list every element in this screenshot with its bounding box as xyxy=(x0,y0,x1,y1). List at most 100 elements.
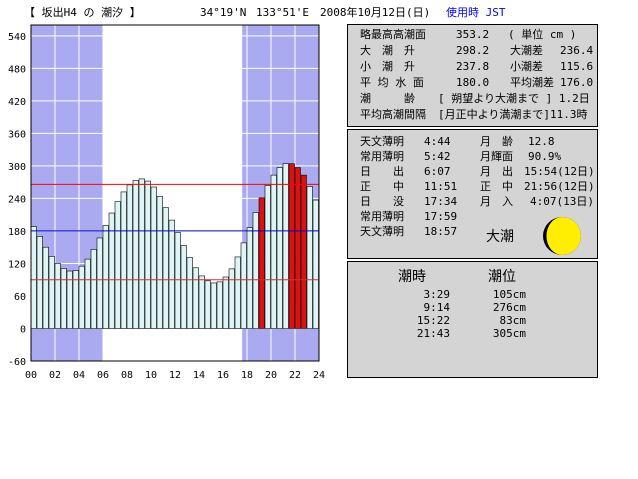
x-tick-label: 00 xyxy=(25,370,37,381)
y-tick-label: 420 xyxy=(8,97,26,108)
x-tick-label: 12 xyxy=(169,370,181,381)
info-value: 353.2 xyxy=(456,28,490,41)
tide-bar xyxy=(150,186,157,329)
astro-value: 17:34 xyxy=(424,195,458,208)
tide-bar xyxy=(228,268,235,329)
info-value: 237.8 xyxy=(456,60,490,73)
tide-bar xyxy=(294,167,301,329)
tide-info-panel: 略最高高潮面 353.2 ( 単位 cm ) 大 潮 升 298.2 大潮差 2… xyxy=(347,24,598,127)
tide-bar xyxy=(78,265,85,329)
x-tick-label: 06 xyxy=(97,370,109,381)
tide-bar xyxy=(186,257,193,329)
info-row-age: 潮 齢 [ 朔望より大潮まで ] 1.2日 xyxy=(360,92,596,105)
tide-bar xyxy=(306,186,313,329)
astro-value: 5:42 xyxy=(424,150,451,163)
astro-value: 11:51 xyxy=(424,180,458,193)
tide-bar xyxy=(144,180,151,329)
astro-value: 18:57 xyxy=(424,225,458,238)
tide-bar xyxy=(42,246,49,329)
info-value2: 236.4 xyxy=(560,44,594,57)
moon-lit-area xyxy=(546,217,581,255)
astro-value: 6:07 xyxy=(424,165,451,178)
astro-value: 17:59 xyxy=(424,210,458,223)
tide-bar xyxy=(300,174,307,329)
x-tick-label: 20 xyxy=(265,370,277,381)
y-tick-label: 240 xyxy=(8,194,26,205)
astro-label: 日 没 xyxy=(360,195,404,208)
tide-bar xyxy=(90,249,97,329)
tide-bar xyxy=(270,174,277,329)
info-label2: 大潮差 xyxy=(510,44,543,57)
info-value2: 115.6 xyxy=(560,60,594,73)
info-row-neap: 小 潮 升 237.8 小潮差 115.6 xyxy=(360,60,596,73)
tide-row: 9:14 276cm xyxy=(400,301,550,314)
tide-time: 21:43 xyxy=(416,327,450,340)
y-tick-label: 540 xyxy=(8,32,26,43)
tide-level: 105cm xyxy=(492,288,526,301)
x-tick-label: 24 xyxy=(313,370,325,381)
x-tick-label: 04 xyxy=(73,370,85,381)
tide-bar xyxy=(174,232,181,329)
tide-time-header: 潮時 xyxy=(398,269,426,285)
tide-level: 83cm xyxy=(499,314,527,327)
info-row-interval: 平均高潮間隔 [月正中より満潮まで]11.3時 xyxy=(360,108,596,121)
info-extra: ( 単位 cm ) xyxy=(508,28,577,41)
tide-bar xyxy=(222,276,229,329)
moon-phase-icon xyxy=(543,217,581,255)
info-row-spring: 大 潮 升 298.2 大潮差 236.4 xyxy=(360,44,596,57)
astro-label: 正 中 xyxy=(360,180,404,193)
tide-row: 21:43 305cm xyxy=(400,327,550,340)
info-label: 平 均 水 面 xyxy=(360,76,424,89)
x-tick-label: 14 xyxy=(193,370,205,381)
tide-bar xyxy=(60,268,67,329)
tide-bar xyxy=(48,256,55,329)
y-tick-label: 300 xyxy=(8,162,26,173)
info-row-mean: 平 均 水 面 180.0 平均潮差 176.0 xyxy=(360,76,596,89)
tide-bar xyxy=(204,280,211,329)
tide-level: 305cm xyxy=(492,327,526,340)
info-value: 180.0 xyxy=(456,76,490,89)
tide-bar xyxy=(168,219,175,329)
info-value: [月正中より満潮まで]11.3時 xyxy=(438,108,588,121)
tide-bar xyxy=(276,167,283,329)
tide-bar xyxy=(54,263,61,329)
x-tick-label: 16 xyxy=(217,370,229,381)
tide-bar xyxy=(210,282,217,329)
tide-bar xyxy=(198,275,205,329)
tide-bar xyxy=(252,212,259,329)
info-value: [ 朔望より大潮まで ] 1.2日 xyxy=(438,92,590,105)
astro-label: 常用薄明 xyxy=(360,210,404,223)
y-tick-label: 120 xyxy=(8,259,26,270)
astro-value: 4:44 xyxy=(424,135,451,148)
tide-bar xyxy=(138,178,145,329)
tide-bar xyxy=(258,197,265,329)
tide-bar xyxy=(36,236,43,329)
tide-bar xyxy=(162,207,169,329)
tide-time: 15:22 xyxy=(416,314,450,327)
info-row-highest: 略最高高潮面 353.2 ( 単位 cm ) xyxy=(360,28,596,41)
tide-level-header: 潮位 xyxy=(488,269,516,285)
tide-bar xyxy=(102,225,109,329)
tide-bar xyxy=(246,227,253,329)
tide-bar xyxy=(120,191,127,329)
y-tick-label: -60 xyxy=(8,357,26,368)
info-label: 略最高高潮面 xyxy=(360,28,426,41)
tide-bar xyxy=(180,245,187,329)
tide-bar xyxy=(156,195,163,329)
tide-row: 15:22 83cm xyxy=(400,314,550,327)
tide-bar xyxy=(108,212,115,329)
moon-value: 12.8 xyxy=(528,135,555,148)
info-label: 平均高潮間隔 xyxy=(360,108,426,121)
info-value: 298.2 xyxy=(456,44,490,57)
moon-label: 月 齢 xyxy=(480,135,513,148)
tide-bar xyxy=(234,256,241,329)
info-value2: 176.0 xyxy=(560,76,594,89)
moon-label: 正 中 xyxy=(480,180,513,193)
tide-bar xyxy=(288,163,295,329)
astro-label: 日 出 xyxy=(360,165,404,178)
tide-time: 9:14 xyxy=(423,301,451,314)
y-tick-label: 0 xyxy=(20,324,26,335)
y-tick-label: 60 xyxy=(14,292,26,303)
moon-value: 15:54(12日) xyxy=(524,165,595,178)
tide-time: 3:29 xyxy=(423,288,451,301)
